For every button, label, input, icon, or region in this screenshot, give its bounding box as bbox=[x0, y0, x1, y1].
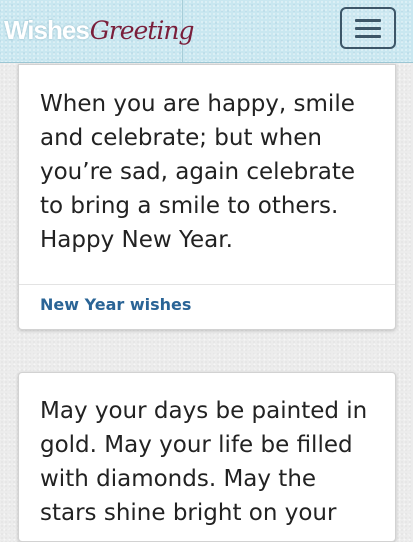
category-link[interactable]: New Year wishes bbox=[40, 294, 191, 316]
menu-button[interactable] bbox=[340, 7, 396, 49]
app-header: WishesGreeting bbox=[0, 0, 413, 63]
wish-text: May your days be painted in gold. May yo… bbox=[40, 398, 368, 526]
wish-card: When you are happy, smile and celebrate;… bbox=[18, 64, 396, 330]
wish-card: May your days be painted in gold. May yo… bbox=[18, 372, 396, 542]
wish-text: When you are happy, smile and celebrate;… bbox=[40, 91, 356, 253]
logo-area[interactable]: WishesGreeting bbox=[0, 0, 194, 62]
logo-text-wishes: Wishes bbox=[4, 15, 90, 45]
card-divider bbox=[19, 284, 395, 285]
logo-text-greeting: Greeting bbox=[89, 16, 195, 45]
site-logo[interactable]: WishesGreeting bbox=[4, 13, 195, 48]
